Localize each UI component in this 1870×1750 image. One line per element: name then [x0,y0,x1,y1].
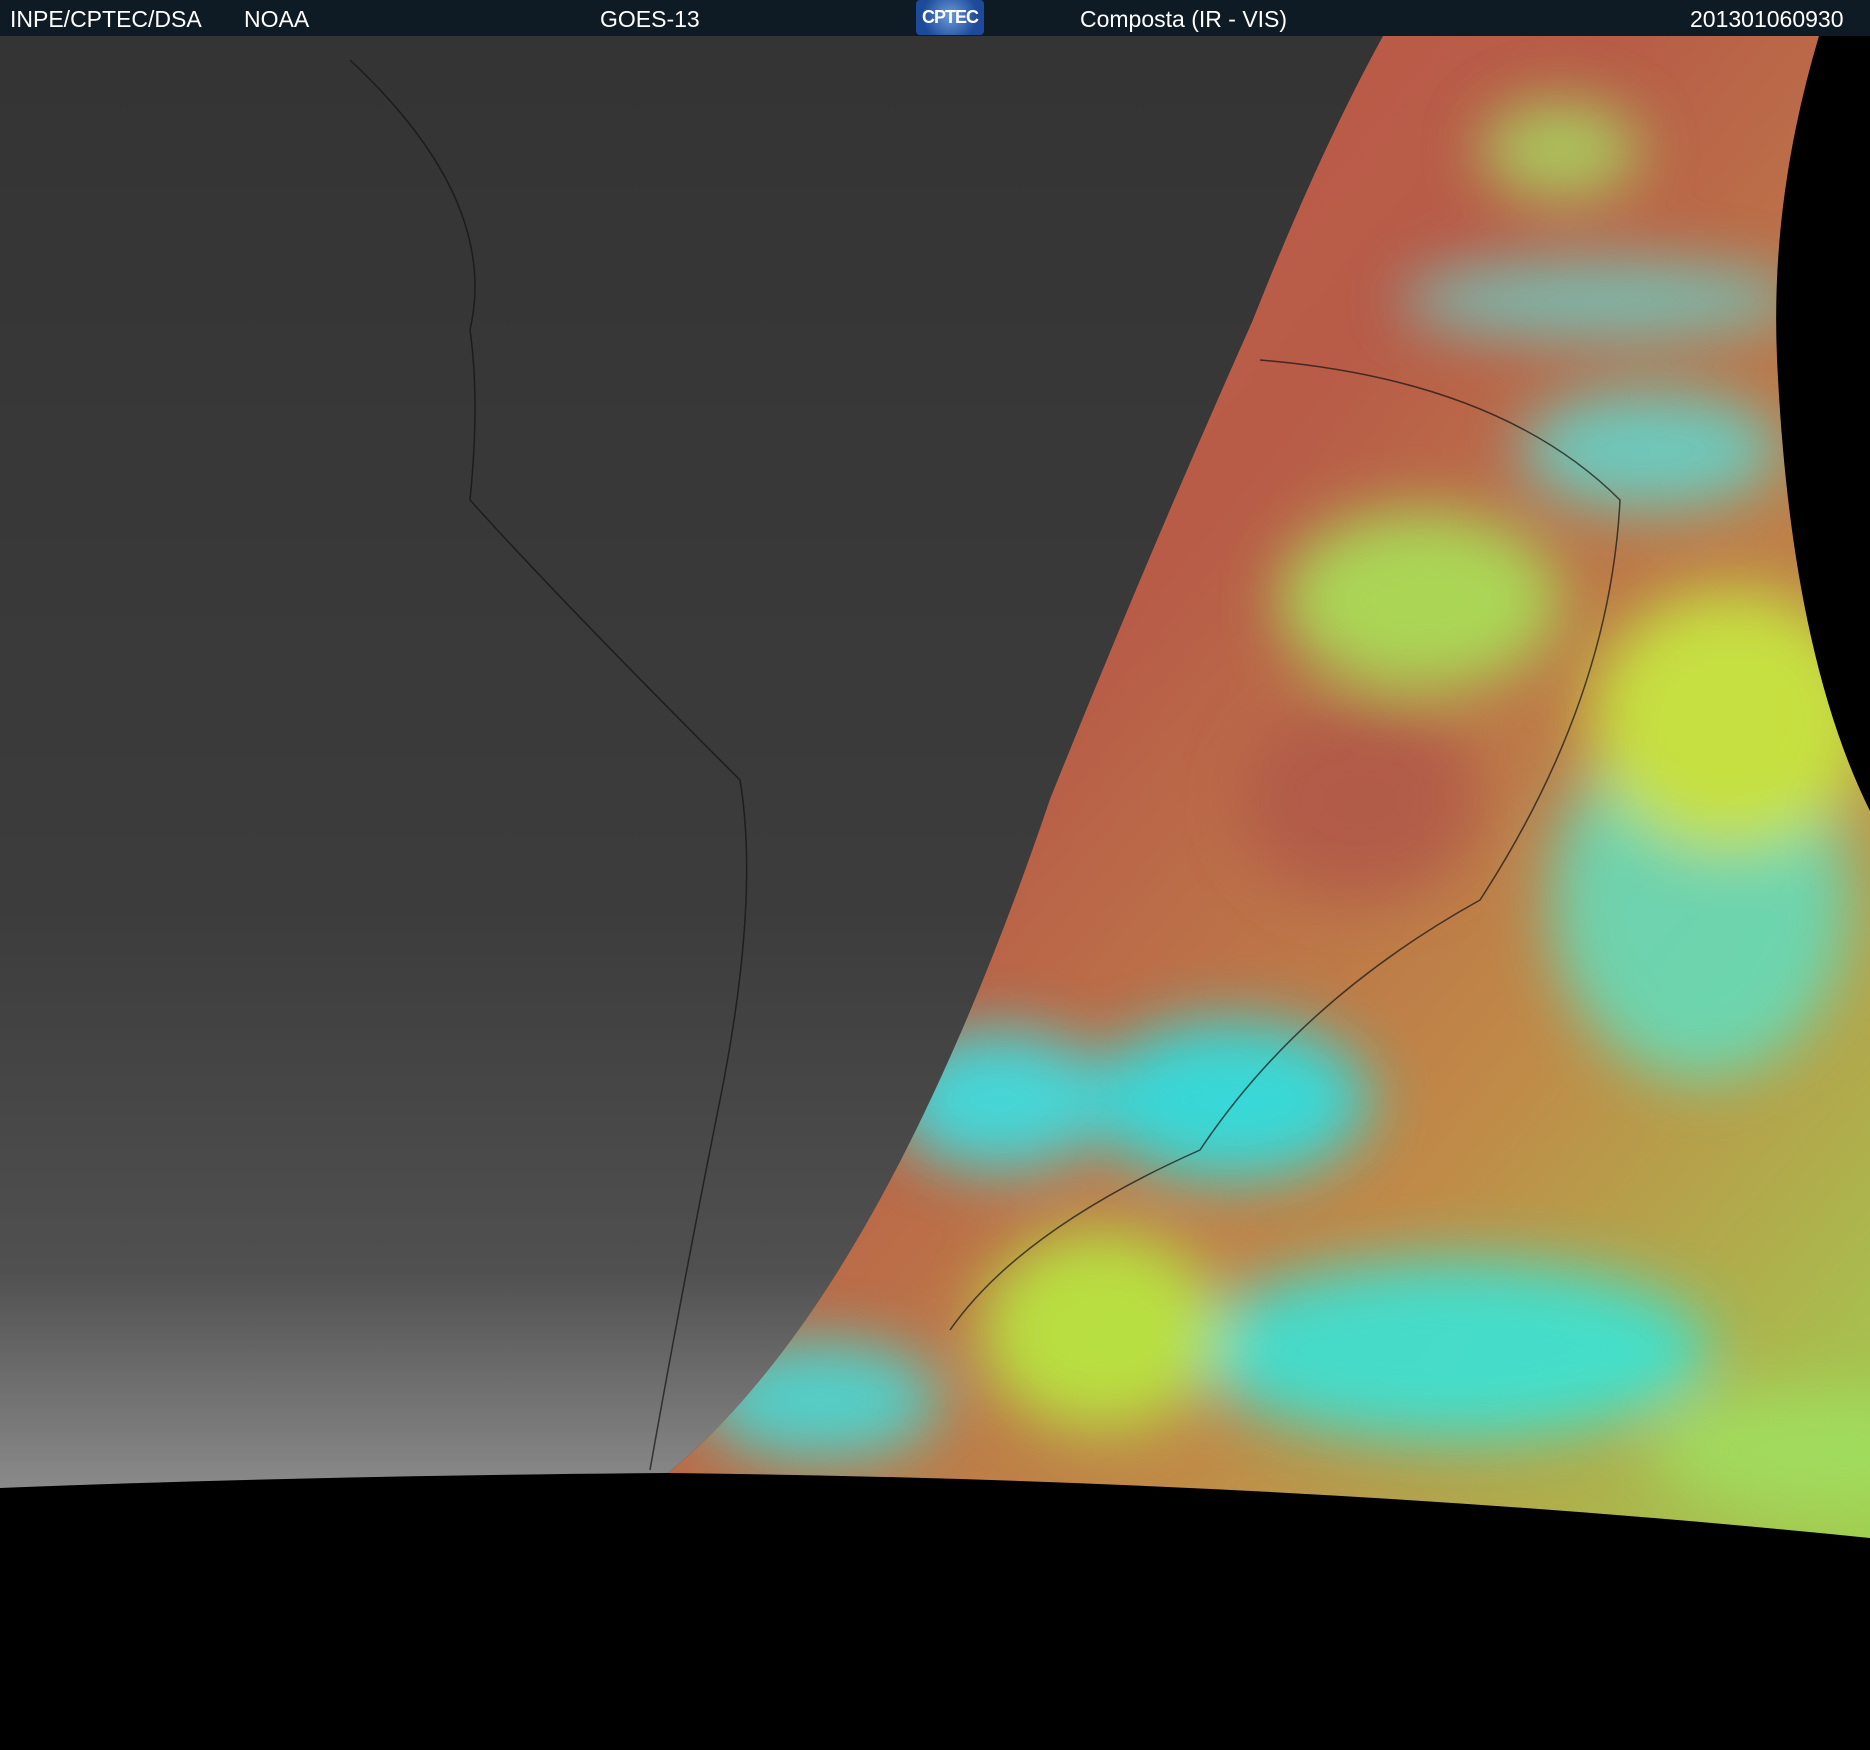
agency-label: INPE/CPTEC/DSA [10,6,202,32]
product-label: Composta (IR - VIS) [1080,6,1288,32]
satellite-image [0,36,1870,1538]
satellite-label: GOES-13 [600,6,700,32]
partner-label: NOAA [244,6,310,32]
header-bar: INPE/CPTEC/DSA NOAA GOES-13 CPTEC Compos… [0,0,1870,36]
timestamp-label: 201301060930 [1690,6,1844,32]
cptec-logo: CPTEC [916,0,984,35]
